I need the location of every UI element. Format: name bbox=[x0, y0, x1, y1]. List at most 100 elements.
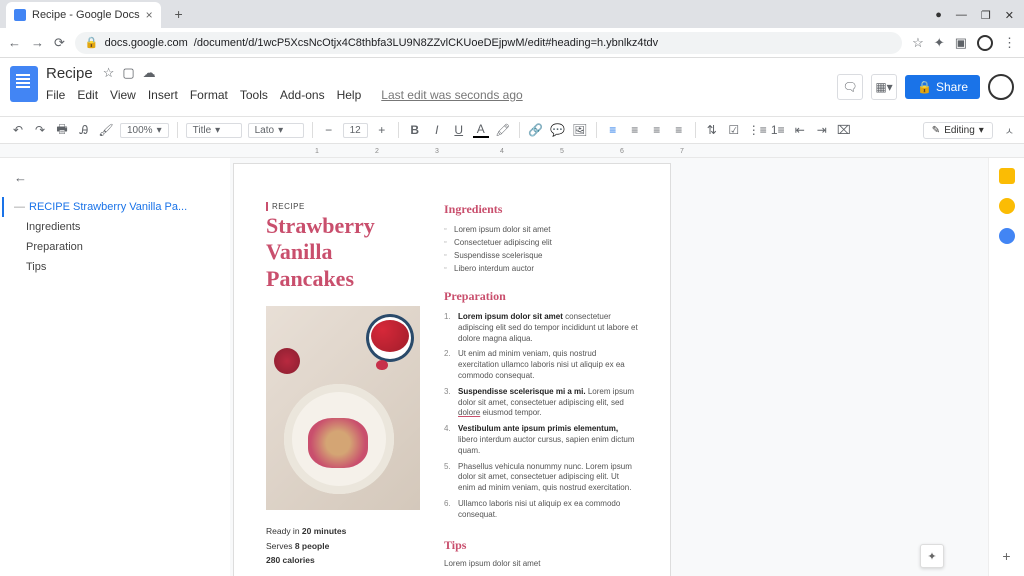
ruler[interactable]: 1234567 bbox=[0, 144, 1024, 158]
undo-icon[interactable]: ↶ bbox=[10, 123, 26, 137]
url-domain: docs.google.com bbox=[105, 37, 188, 49]
image-icon[interactable]: 🖼 bbox=[572, 123, 588, 137]
redo-icon[interactable]: ↷ bbox=[32, 123, 48, 137]
bullet-list-icon[interactable]: ⋮≡ bbox=[748, 123, 764, 137]
back-button[interactable]: ← bbox=[8, 35, 21, 50]
tab-title: Recipe - Google Docs bbox=[32, 9, 140, 21]
lock-icon: 🔒 bbox=[85, 36, 99, 49]
preparation-list: Lorem ipsum dolor sit amet consectetuer … bbox=[444, 310, 638, 524]
align-right-icon[interactable]: ≡ bbox=[649, 123, 665, 137]
recipe-photo[interactable] bbox=[266, 306, 420, 510]
menu-insert[interactable]: Insert bbox=[148, 88, 178, 102]
forward-button[interactable]: → bbox=[31, 35, 44, 50]
menu-help[interactable]: Help bbox=[337, 88, 362, 102]
record-icon[interactable]: ● bbox=[935, 9, 942, 22]
tasks-icon[interactable] bbox=[999, 228, 1015, 244]
toolbar: ↶ ↷ 🖶 Ꭿ 🖌 100% ▾ Title ▾ Lato ▾ − 12 + B… bbox=[0, 116, 1024, 144]
minimize-icon[interactable]: — bbox=[956, 9, 967, 22]
close-window-icon[interactable]: ✕ bbox=[1005, 9, 1014, 22]
outline-item-ingredients[interactable]: Ingredients bbox=[14, 217, 216, 237]
paint-format-icon[interactable]: 🖌 bbox=[98, 123, 114, 137]
document-title[interactable]: Recipe bbox=[46, 65, 93, 82]
explore-button[interactable]: ✦ bbox=[920, 544, 944, 568]
clear-format-icon[interactable]: ⌧ bbox=[836, 123, 852, 137]
style-select[interactable]: Title ▾ bbox=[186, 123, 242, 138]
comment-history-icon[interactable]: 🗨 bbox=[837, 74, 863, 100]
text-color-icon[interactable]: A bbox=[473, 122, 489, 138]
decrease-font-icon[interactable]: − bbox=[321, 123, 337, 137]
list-item: Ut enim ad minim veniam, quis nostrud ex… bbox=[444, 347, 638, 384]
browser-tab-strip: Recipe - Google Docs × + ● — ❐ ✕ bbox=[0, 0, 1024, 28]
outline-back-icon[interactable]: ← bbox=[14, 170, 216, 185]
indent-decrease-icon[interactable]: ⇤ bbox=[792, 123, 808, 137]
print-icon[interactable]: 🖶 bbox=[54, 120, 70, 141]
tips-heading: Tips bbox=[444, 538, 638, 553]
bold-icon[interactable]: B bbox=[407, 123, 423, 137]
maximize-icon[interactable]: ❐ bbox=[981, 9, 991, 22]
document-page[interactable]: RECIPE Strawberry Vanilla Pancakes Ready… bbox=[234, 164, 670, 576]
mode-select[interactable]: ✎ Editing ▾ bbox=[923, 122, 993, 139]
line-spacing-icon[interactable]: ⇅ bbox=[704, 123, 720, 137]
comment-icon[interactable]: 💬 bbox=[550, 123, 566, 137]
italic-icon[interactable]: I bbox=[429, 123, 445, 137]
add-icon[interactable]: + bbox=[1002, 548, 1010, 564]
browser-profile-icon[interactable] bbox=[977, 35, 993, 51]
zoom-select[interactable]: 100% ▾ bbox=[120, 123, 169, 138]
underline-icon[interactable]: U bbox=[451, 123, 467, 137]
list-item: Suspendisse scelerisque mi a mi. Lorem i… bbox=[444, 385, 638, 422]
outline-panel: ← —RECIPE Strawberry Vanilla Pa... Ingre… bbox=[0, 158, 230, 576]
cast-icon[interactable]: ▣ bbox=[955, 35, 967, 51]
link-icon[interactable]: 🔗 bbox=[528, 123, 544, 137]
account-avatar[interactable] bbox=[988, 74, 1014, 100]
menu-bar: File Edit View Insert Format Tools Add-o… bbox=[46, 88, 829, 102]
browser-menu-icon[interactable]: ⋮ bbox=[1003, 35, 1016, 51]
font-size-input[interactable]: 12 bbox=[343, 123, 368, 138]
reload-button[interactable]: ⟳ bbox=[54, 35, 65, 51]
close-tab-icon[interactable]: × bbox=[146, 8, 153, 22]
align-center-icon[interactable]: ≡ bbox=[627, 123, 643, 137]
indent-increase-icon[interactable]: ⇥ bbox=[814, 123, 830, 137]
star-icon[interactable]: ☆ bbox=[912, 35, 924, 51]
document-canvas[interactable]: RECIPE Strawberry Vanilla Pancakes Ready… bbox=[230, 158, 988, 576]
align-justify-icon[interactable]: ≡ bbox=[671, 123, 687, 137]
url-path: /document/d/1wcP5XcsNcOtjx4C8thbfa3LU9N8… bbox=[194, 37, 658, 49]
menu-format[interactable]: Format bbox=[190, 88, 228, 102]
extensions-icon[interactable]: ✦ bbox=[934, 35, 945, 51]
calendar-icon[interactable] bbox=[999, 168, 1015, 184]
address-bar: ← → ⟳ 🔒 docs.google.com/document/d/1wcP5… bbox=[0, 28, 1024, 58]
docs-header: Recipe ☆ ▢ ☁ File Edit View Insert Forma… bbox=[0, 58, 1024, 116]
outline-heading-1[interactable]: —RECIPE Strawberry Vanilla Pa... bbox=[2, 197, 216, 217]
list-item: Consectetuer adipiscing elit bbox=[444, 236, 638, 249]
star-doc-icon[interactable]: ☆ bbox=[103, 65, 115, 81]
docs-logo-icon[interactable] bbox=[10, 66, 38, 102]
url-input[interactable]: 🔒 docs.google.com/document/d/1wcP5XcsNcO… bbox=[75, 32, 902, 54]
menu-view[interactable]: View bbox=[110, 88, 136, 102]
cloud-status-icon[interactable]: ☁ bbox=[143, 65, 156, 81]
outline-item-preparation[interactable]: Preparation bbox=[14, 237, 216, 257]
share-button[interactable]: 🔒 Share bbox=[905, 75, 980, 99]
keep-icon[interactable] bbox=[999, 198, 1015, 214]
list-item: Ullamco laboris nisi ut aliquip ex ea co… bbox=[444, 497, 638, 524]
ingredients-list: Lorem ipsum dolor sit amet Consectetuer … bbox=[444, 223, 638, 275]
font-select[interactable]: Lato ▾ bbox=[248, 123, 304, 138]
new-tab-button[interactable]: + bbox=[167, 2, 191, 26]
browser-tab[interactable]: Recipe - Google Docs × bbox=[6, 2, 161, 28]
highlight-icon[interactable]: 🖍 bbox=[495, 123, 511, 137]
align-left-icon[interactable]: ≡ bbox=[605, 123, 621, 137]
increase-font-icon[interactable]: + bbox=[374, 123, 390, 137]
recipe-meta: Ready in 20 minutes Serves 8 people 280 … bbox=[266, 524, 420, 567]
list-item: Suspendisse scelerisque bbox=[444, 249, 638, 262]
spellcheck-icon[interactable]: Ꭿ bbox=[76, 123, 92, 138]
menu-file[interactable]: File bbox=[46, 88, 65, 102]
hide-menus-icon[interactable]: ㅅ bbox=[1005, 123, 1014, 138]
outline-item-tips[interactable]: Tips bbox=[14, 257, 216, 277]
checklist-icon[interactable]: ☑ bbox=[726, 123, 742, 137]
menu-edit[interactable]: Edit bbox=[77, 88, 98, 102]
list-item: Lorem ipsum dolor sit amet bbox=[444, 223, 638, 236]
numbered-list-icon[interactable]: 1≡ bbox=[770, 123, 786, 137]
menu-tools[interactable]: Tools bbox=[240, 88, 268, 102]
present-icon[interactable]: ▦▾ bbox=[871, 74, 897, 100]
move-doc-icon[interactable]: ▢ bbox=[122, 65, 134, 81]
last-edit-link[interactable]: Last edit was seconds ago bbox=[381, 88, 522, 102]
menu-addons[interactable]: Add-ons bbox=[280, 88, 325, 102]
